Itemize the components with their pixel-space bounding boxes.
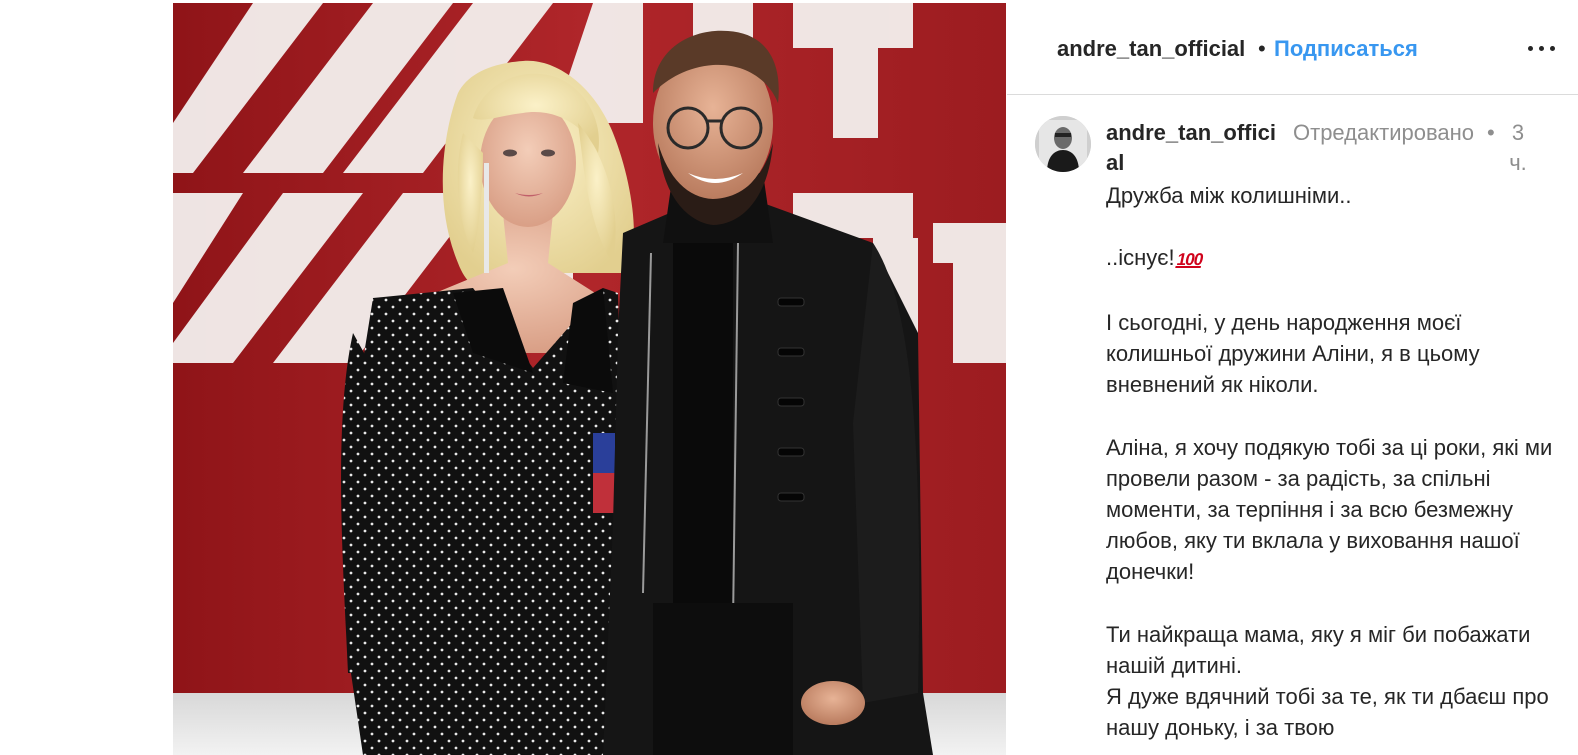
post-time[interactable]: 3 ч.: [1507, 118, 1529, 178]
caption-paragraph: І сьогодні, у день народження моєї колиш…: [1106, 309, 1480, 398]
more-options-icon[interactable]: [1526, 36, 1558, 60]
caption-separator: •: [1487, 120, 1495, 145]
caption-paragraph-text: ..існує!: [1106, 245, 1175, 271]
avatar[interactable]: [1035, 116, 1091, 172]
follow-button[interactable]: Подписаться: [1274, 36, 1418, 62]
caption-paragraph: Дружба між колишніми..: [1106, 183, 1352, 208]
hundred-points-icon: 100: [1174, 250, 1205, 270]
post-side-panel: andre_tan_official • Подписаться andre_t…: [1007, 0, 1578, 755]
post-photo[interactable]: [173, 3, 1006, 755]
avatar-image: [1035, 116, 1091, 172]
edited-label: Отредактировано: [1293, 120, 1475, 145]
instagram-post-view: andre_tan_official • Подписаться andre_t…: [0, 0, 1578, 755]
header-separator: •: [1258, 36, 1266, 61]
caption-paragraph: Аліна, я хочу подякую тобі за ці роки, я…: [1106, 434, 1553, 585]
caption-text: Дружба між колишніми.. ..існує!100 І сьо…: [1106, 180, 1556, 744]
post-photo-illustration: [173, 3, 1006, 755]
caption-username[interactable]: andre_tan_official: [1106, 118, 1286, 178]
caption-paragraph: ..існує!100: [1106, 242, 1556, 275]
post-header: andre_tan_official • Подписаться: [1007, 0, 1578, 95]
caption-paragraph: Я дуже вдячний тобі за те, як ти дбаєш п…: [1106, 684, 1549, 741]
header-username[interactable]: andre_tan_official: [1057, 36, 1245, 62]
caption-paragraph: Ти найкраща мама, яку я міг би побажати …: [1106, 621, 1531, 678]
